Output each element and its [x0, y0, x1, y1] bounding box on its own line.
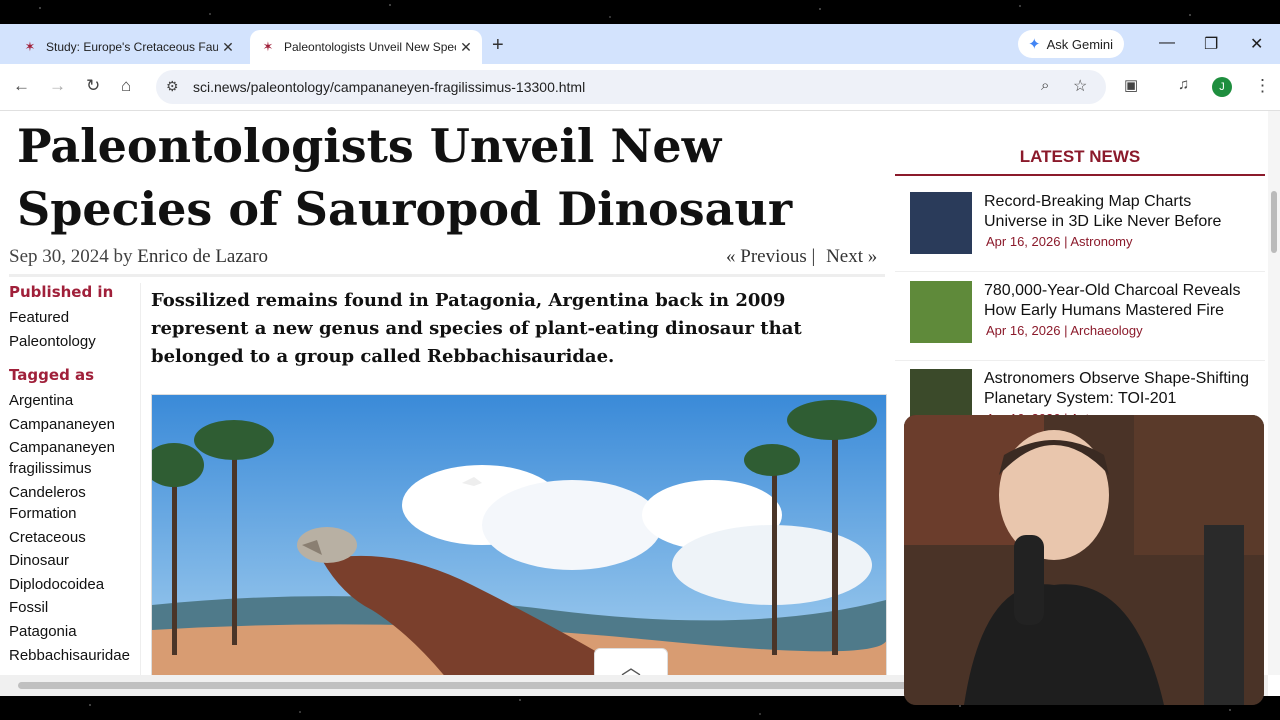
gemini-sparkle-icon: ✦ — [1028, 36, 1041, 53]
news-meta: Apr 16, 2026 | Archaeology — [986, 323, 1143, 338]
chevron-up-icon: ︿ — [621, 656, 641, 676]
scinews-favicon-icon: ✶ — [262, 39, 274, 54]
media-controls-icon[interactable]: ♫ — [1178, 76, 1189, 93]
news-title[interactable]: Astronomers Observe Shape-Shifting Plane… — [984, 369, 1254, 409]
reload-button[interactable]: ↻ — [86, 76, 100, 96]
new-tab-button[interactable]: + — [492, 34, 504, 57]
tag-link[interactable]: Diplodocoidea — [9, 574, 139, 595]
tag-link[interactable]: Campananeyen — [9, 414, 139, 435]
tag-link[interactable]: Campananeyen fragilissimus — [9, 437, 139, 479]
divider — [895, 360, 1265, 361]
article-lede: Fossilized remains found in Patagonia, A… — [151, 290, 802, 367]
news-meta: Apr 16, 2026 | Astronomy — [986, 234, 1133, 249]
news-date: Apr 16, 2026 — [986, 323, 1061, 338]
site-info-icon[interactable]: ⚙ — [166, 78, 179, 95]
tab-paleontologists-unveil[interactable]: ✶ Paleontologists Unveil New Species ✕ — [250, 30, 482, 64]
latest-news-rule — [895, 174, 1265, 176]
scrollbar-thumb[interactable] — [18, 682, 1038, 689]
vertical-scrollbar[interactable] — [1268, 111, 1280, 675]
tag-link[interactable]: Cretaceous — [9, 527, 139, 548]
tag-link[interactable]: Patagonia — [9, 621, 139, 642]
zoom-icon[interactable]: ⌕ — [1041, 77, 1049, 94]
tag-link[interactable]: Dinosaur — [9, 550, 139, 571]
scrollbar-thumb[interactable] — [1271, 191, 1277, 253]
author-link[interactable]: Enrico de Lazaro — [137, 246, 268, 267]
close-window-button[interactable]: ✕ — [1250, 34, 1263, 54]
url-text[interactable]: sci.news/paleontology/campananeyen-fragi… — [193, 79, 585, 95]
tab-bar: ✶ Study: Europe's Cretaceous Fauna ✕ ✶ P… — [0, 24, 1280, 64]
scinews-favicon-icon: ✶ — [24, 39, 36, 54]
meta-separator: | — [1064, 323, 1068, 338]
news-item[interactable]: Record-Breaking Map Charts Universe in 3… — [910, 192, 1260, 272]
divider — [895, 271, 1265, 272]
byline: Sep 30, 2024 by Enrico de Lazaro — [9, 246, 268, 268]
tag-link[interactable]: Fossil — [9, 597, 139, 618]
previous-link[interactable]: « Previous — [726, 246, 807, 267]
tag-link[interactable]: Argentina — [9, 390, 139, 411]
category-link[interactable]: Featured — [9, 307, 139, 328]
news-thumbnail[interactable] — [910, 281, 972, 343]
back-button[interactable]: ← — [13, 76, 30, 96]
meta-separator: | — [1064, 234, 1068, 249]
tagged-as-heading: Tagged as — [9, 366, 95, 385]
scroll-to-top-button[interactable]: ︿ — [594, 648, 668, 675]
article-date: Sep 30, 2024 — [9, 246, 109, 267]
next-link[interactable]: Next » — [826, 246, 877, 267]
close-tab-icon[interactable]: ✕ — [456, 39, 476, 56]
browser-toolbar: ← → ↻ ⌂ ⚙ sci.news/paleontology/campanan… — [0, 64, 1280, 111]
tag-link[interactable]: Rebbachisauridae — [9, 645, 139, 666]
latest-news-heading: LATEST NEWS — [1019, 147, 1141, 166]
news-title[interactable]: 780,000-Year-Old Charcoal Reveals How Ea… — [984, 281, 1254, 321]
restore-button[interactable]: ❐ — [1204, 34, 1218, 54]
category-link[interactable]: Paleontology — [9, 331, 139, 352]
news-item[interactable]: 780,000-Year-Old Charcoal Reveals How Ea… — [910, 281, 1260, 361]
ask-gemini-label: Ask Gemini — [1046, 36, 1114, 52]
article-pagination: « Previous | Next » — [726, 246, 877, 268]
webcam-overlay — [904, 415, 1264, 705]
tab-title: Study: Europe's Cretaceous Fauna — [46, 40, 218, 54]
bookmark-star-icon[interactable]: ☆ — [1073, 76, 1087, 96]
news-date: Apr 16, 2026 — [986, 234, 1061, 249]
address-bar[interactable]: ⚙ sci.news/paleontology/campananeyen-fra… — [156, 70, 1106, 104]
minimize-button[interactable]: — — [1159, 34, 1175, 52]
profile-avatar[interactable]: J — [1212, 77, 1232, 97]
home-button[interactable]: ⌂ — [121, 76, 131, 96]
pagination-separator: | — [811, 246, 816, 267]
news-category-link[interactable]: Archaeology — [1070, 323, 1142, 338]
article-headline: Paleontologists Unveil New Species of Sa… — [17, 119, 793, 236]
divider — [9, 274, 885, 277]
ask-gemini-button[interactable]: ✦ Ask Gemini — [1018, 30, 1124, 58]
dinosaur-illustration — [151, 394, 887, 675]
sidebar-divider — [140, 283, 141, 675]
tab-title: Paleontologists Unveil New Species — [284, 40, 456, 54]
tag-link[interactable]: Candeleros Formation — [9, 482, 139, 524]
published-in-heading: Published in — [9, 283, 114, 301]
article-sidebar: Published in Featured Paleontology Tagge… — [9, 283, 139, 668]
tab-cretaceous-fauna[interactable]: ✶ Study: Europe's Cretaceous Fauna ✕ — [12, 30, 244, 64]
byline-by: by — [113, 246, 133, 267]
close-tab-icon[interactable]: ✕ — [218, 39, 238, 56]
news-thumbnail[interactable] — [910, 192, 972, 254]
menu-kebab-icon[interactable]: ⋮ — [1254, 76, 1271, 96]
news-title[interactable]: Record-Breaking Map Charts Universe in 3… — [984, 192, 1254, 232]
news-category-link[interactable]: Astronomy — [1070, 234, 1132, 249]
tab-search-icon[interactable]: ▣ — [1124, 76, 1138, 94]
forward-button[interactable]: → — [49, 76, 66, 96]
